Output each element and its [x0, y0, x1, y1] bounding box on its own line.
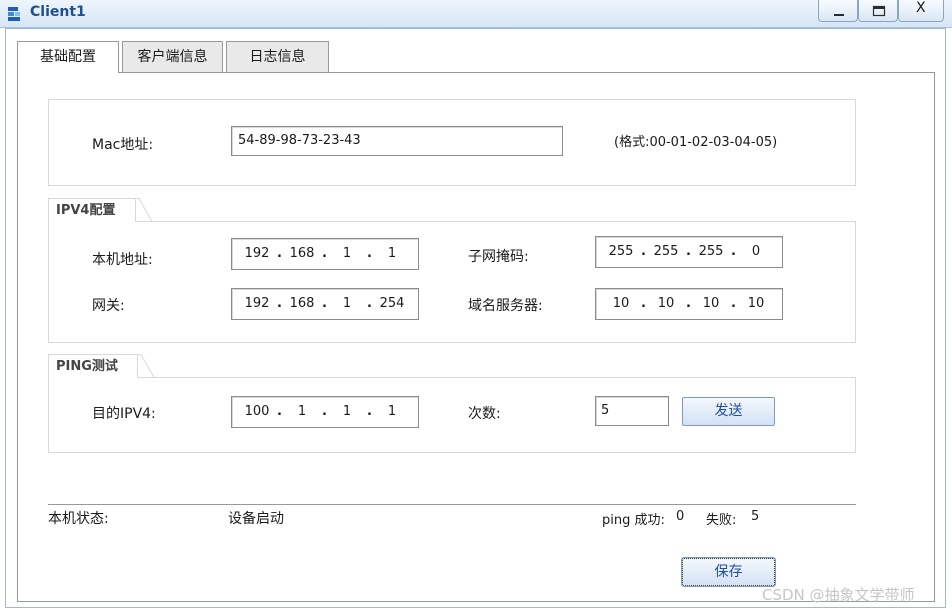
ip-dot: . — [367, 246, 372, 261]
close-button[interactable]: X — [898, 0, 944, 22]
ip-octet: 1 — [342, 296, 352, 311]
ping-target-label: 目的IPV4: — [92, 406, 156, 422]
mac-format-hint: (格式:00-01-02-03-04-05) — [614, 135, 778, 150]
mac-input[interactable]: 54-89-98-73-23-43 — [231, 126, 563, 156]
watermark-text: CSDN @抽象文学带师 — [762, 586, 915, 604]
ip-dot: . — [731, 296, 736, 311]
ip-dot: . — [686, 244, 691, 259]
ip-dot: . — [277, 296, 282, 311]
gateway-label: 网关: — [92, 298, 125, 314]
ip-octet: 255 — [608, 244, 634, 259]
ping-count-input[interactable]: 5 — [595, 396, 669, 426]
dns-server-label: 域名服务器: — [468, 298, 543, 314]
ping-fail-label: 失败: — [706, 513, 737, 528]
ip-octet: 10 — [702, 296, 720, 311]
tab-basic-config[interactable]: 基础配置 — [17, 41, 119, 73]
device-status-label: 本机状态: — [48, 511, 109, 527]
ip-octet: 10 — [747, 296, 765, 311]
subnet-mask-label: 子网掩码: — [468, 249, 529, 265]
client-app-icon — [8, 7, 20, 21]
ping-success-count: 0 — [676, 509, 685, 524]
mac-label: Mac地址: — [92, 137, 154, 153]
ip-dot: . — [641, 296, 646, 311]
ip-dot: . — [277, 246, 282, 261]
ip-dot: . — [686, 296, 691, 311]
tab-client-info[interactable]: 客户端信息 — [122, 41, 223, 72]
title-bar — [0, 0, 952, 28]
ping-tab-slant — [137, 354, 155, 378]
gateway-input[interactable]: 192. 168. 1. 254 — [231, 288, 419, 320]
send-button[interactable]: 发送 — [682, 397, 775, 426]
ping-fail-count: 5 — [751, 509, 760, 524]
host-ip-input[interactable]: 192. 168. 1. 1 — [231, 238, 419, 270]
maximize-icon — [872, 5, 886, 17]
ip-octet: 1 — [297, 404, 307, 419]
minimize-icon — [834, 14, 844, 16]
subnet-mask-input[interactable]: 255. 255. 255. 0 — [595, 236, 783, 268]
minimize-button[interactable] — [818, 0, 858, 22]
ipv4-tab-slant — [135, 198, 153, 222]
host-ip-label: 本机地址: — [92, 252, 153, 268]
ip-dot: . — [731, 244, 736, 259]
ping-section-title: PING测试 — [48, 354, 138, 378]
ip-octet: 192 — [244, 246, 270, 261]
ping-count-label: 次数: — [468, 406, 501, 422]
ip-dot: . — [322, 404, 327, 419]
ip-octet: 168 — [289, 246, 315, 261]
ip-octet: 1 — [342, 246, 352, 261]
status-divider — [48, 504, 856, 505]
ip-octet: 255 — [698, 244, 724, 259]
close-icon: X — [916, 0, 926, 16]
ip-octet: 10 — [657, 296, 675, 311]
ip-octet: 192 — [244, 296, 270, 311]
ip-octet: 1 — [387, 404, 397, 419]
ping-success-label: ping 成功: — [602, 513, 665, 528]
ip-dot: . — [367, 404, 372, 419]
ip-dot: . — [367, 296, 372, 311]
ipv4-section-title: IPV4配置 — [48, 198, 136, 222]
ip-octet: 10 — [612, 296, 630, 311]
window-title: Client1 — [30, 4, 86, 20]
ip-dot: . — [641, 244, 646, 259]
tab-log-info[interactable]: 日志信息 — [226, 41, 329, 72]
maximize-button[interactable] — [858, 0, 898, 22]
ip-octet: 100 — [244, 404, 270, 419]
ip-octet: 254 — [379, 296, 405, 311]
ip-dot: . — [277, 404, 282, 419]
dns-server-input[interactable]: 10. 10. 10. 10 — [595, 288, 783, 320]
device-status-value: 设备启动 — [228, 511, 284, 527]
ip-octet: 1 — [342, 404, 352, 419]
save-button[interactable]: 保存 — [681, 557, 776, 587]
ip-dot: . — [322, 246, 327, 261]
ip-octet: 1 — [387, 246, 397, 261]
ip-octet: 0 — [751, 244, 761, 259]
ip-dot: . — [322, 296, 327, 311]
ip-octet: 255 — [653, 244, 679, 259]
ping-target-input[interactable]: 100. 1. 1. 1 — [231, 396, 419, 428]
ip-octet: 168 — [289, 296, 315, 311]
